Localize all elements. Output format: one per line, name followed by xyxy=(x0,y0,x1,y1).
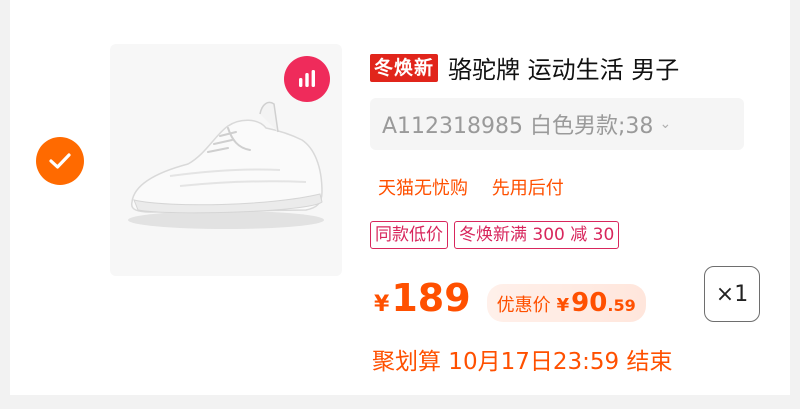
quantity-stepper[interactable]: ×1 xyxy=(704,266,760,322)
price-amount: 189 xyxy=(391,276,471,320)
title-row: 冬焕新 骆驼牌 运动生活 男子 xyxy=(370,50,679,85)
promo-tag: 冬焕新 xyxy=(370,53,439,82)
service-labels: 天猫无忧购 先用后付 xyxy=(378,174,582,200)
price-row: ¥ 189 优惠价 ¥ 90 .59 xyxy=(374,276,646,322)
discount-integer: 90 xyxy=(571,288,608,318)
select-checkbox[interactable] xyxy=(36,137,84,185)
price-currency: ¥ xyxy=(374,292,390,317)
promo-tags: 同款低价 冬焕新满 300 减 30 xyxy=(370,221,625,249)
service-label: 天猫无忧购 xyxy=(378,178,468,199)
product-title[interactable]: 骆驼牌 运动生活 男子 xyxy=(448,50,679,85)
sku-text: A112318985 白色男款;38 xyxy=(382,114,654,139)
deal-deadline: 聚划算 10月17日23:59 结束 xyxy=(372,349,673,375)
chart-badge[interactable] xyxy=(284,56,330,102)
discount-decimal: .59 xyxy=(607,296,636,315)
service-label: 先用后付 xyxy=(491,178,564,199)
bar-chart-icon xyxy=(299,70,315,87)
discount-currency: ¥ xyxy=(556,295,570,316)
chevron-down-icon: ⌄ xyxy=(659,116,672,132)
tag-same-low-price: 同款低价 xyxy=(370,221,448,249)
tag-coupon: 冬焕新满 300 减 30 xyxy=(454,221,620,249)
discount-label: 优惠价 xyxy=(496,295,551,316)
sku-selector[interactable]: A112318985 白色男款;38 ⌄ xyxy=(370,98,744,150)
check-icon xyxy=(49,153,71,169)
discount-price[interactable]: 优惠价 ¥ 90 .59 xyxy=(486,284,646,322)
